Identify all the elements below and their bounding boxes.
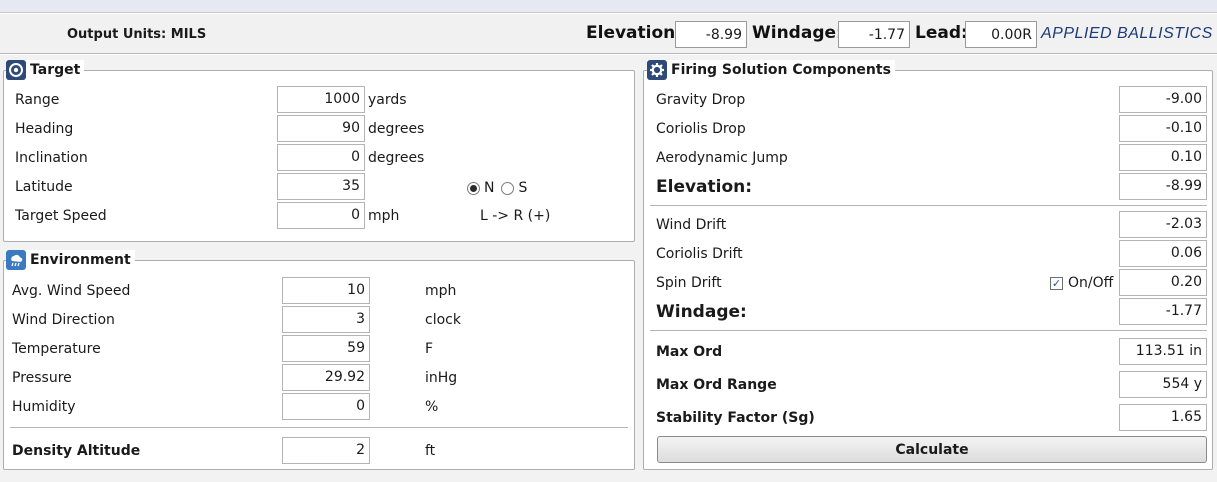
aerodynamic-jump-value: 0.10 xyxy=(1119,144,1207,171)
coriolis-drift-value: 0.06 xyxy=(1119,240,1207,267)
max-ord-label: Max Ord xyxy=(656,344,723,360)
environment-title: Environment xyxy=(30,252,133,268)
pressure-label: Pressure xyxy=(12,370,72,386)
windage-divider xyxy=(650,330,1207,331)
header-elevation-label: Elevation: xyxy=(586,23,683,43)
target-title: Target xyxy=(30,62,83,78)
spin-drift-value: 0.20 xyxy=(1119,269,1207,296)
elevation-total-label: Elevation: xyxy=(656,177,753,197)
direction-note: L -> R (+) xyxy=(480,208,551,224)
spin-drift-toggle-label: On/Off xyxy=(1068,275,1114,291)
environment-group-header: Environment xyxy=(6,250,135,270)
windage-total-value: -1.77 xyxy=(1119,298,1207,325)
temperature-unit: F xyxy=(425,341,434,357)
target-group-header: Target xyxy=(6,60,85,80)
wind-drift-label: Wind Drift xyxy=(656,217,727,233)
gear-icon xyxy=(647,60,667,80)
output-units-label: Output Units: MILS xyxy=(67,27,207,42)
range-unit: yards xyxy=(368,92,407,108)
density-altitude-unit: ft xyxy=(425,443,436,459)
wind-drift-value: -2.03 xyxy=(1119,211,1207,238)
max-ord-range-label: Max Ord Range xyxy=(656,377,777,393)
target-speed-label: Target Speed xyxy=(15,208,107,224)
density-altitude-label: Density Altitude xyxy=(12,443,141,459)
hemisphere-n-radio[interactable] xyxy=(467,181,480,195)
inclination-label: Inclination xyxy=(15,150,88,166)
weather-icon xyxy=(6,250,26,270)
windage-total-label: Windage: xyxy=(656,302,747,322)
stability-factor-value: 1.65 xyxy=(1119,404,1207,431)
brand-logo: APPLIED BALLISTICS xyxy=(1041,25,1213,42)
hemisphere-n-label: N xyxy=(484,180,495,196)
spin-drift-toggle[interactable]: ✓ On/Off xyxy=(1050,275,1113,291)
firing-solution-title: Firing Solution Components xyxy=(671,62,893,78)
header-lead-label: Lead: xyxy=(915,23,968,43)
target-speed-input[interactable]: 0 xyxy=(277,202,365,229)
temperature-label: Temperature xyxy=(12,341,101,357)
wind-direction-input[interactable]: 3 xyxy=(282,306,370,333)
latitude-input[interactable]: 35 xyxy=(277,173,365,200)
range-label: Range xyxy=(15,92,60,108)
header-elevation-value: -8.99 xyxy=(675,21,747,48)
heading-label: Heading xyxy=(15,121,74,137)
wind-speed-label: Avg. Wind Speed xyxy=(12,283,131,299)
temperature-input[interactable]: 59 xyxy=(282,335,370,362)
humidity-input[interactable]: 0 xyxy=(282,393,370,420)
spin-drift-label: Spin Drift xyxy=(656,275,722,291)
gravity-drop-label: Gravity Drop xyxy=(656,92,746,108)
hemisphere-s-radio[interactable] xyxy=(501,181,515,195)
aerodynamic-jump-label: Aerodynamic Jump xyxy=(656,150,788,166)
latitude-label: Latitude xyxy=(15,179,73,195)
humidity-unit: % xyxy=(425,399,439,415)
inclination-input[interactable]: 0 xyxy=(277,144,365,171)
header-lead-value: 0.00R xyxy=(965,21,1037,48)
humidity-label: Humidity xyxy=(12,399,76,415)
spin-drift-checkbox[interactable]: ✓ xyxy=(1050,276,1063,290)
max-ord-value: 113.51 in xyxy=(1119,338,1207,365)
wind-direction-label: Wind Direction xyxy=(12,312,115,328)
elevation-divider xyxy=(650,205,1207,206)
gravity-drop-value: -9.00 xyxy=(1119,86,1207,113)
header-windage-label: Windage: xyxy=(752,23,843,43)
wind-direction-unit: clock xyxy=(425,312,461,328)
environment-divider xyxy=(10,427,628,428)
coriolis-drop-label: Coriolis Drop xyxy=(656,121,746,137)
hemisphere-radio-group: N S xyxy=(467,180,527,196)
pressure-input[interactable]: 29.92 xyxy=(282,364,370,391)
wind-speed-unit: mph xyxy=(425,283,457,299)
target-speed-unit: mph xyxy=(368,208,400,224)
heading-input[interactable]: 90 xyxy=(277,115,365,142)
max-ord-range-value: 554 y xyxy=(1119,371,1207,398)
title-strip xyxy=(0,0,1217,13)
elevation-total-value: -8.99 xyxy=(1119,173,1207,200)
hemisphere-s-label: S xyxy=(518,180,528,196)
range-input[interactable]: 1000 xyxy=(277,86,365,113)
heading-unit: degrees xyxy=(368,121,425,137)
wind-speed-input[interactable]: 10 xyxy=(282,277,370,304)
calculate-button[interactable]: Calculate xyxy=(657,436,1207,463)
header-bar: Output Units: MILS Elevation: -8.99 Wind… xyxy=(0,14,1217,54)
density-altitude-value: 2 xyxy=(282,437,370,464)
coriolis-drift-label: Coriolis Drift xyxy=(656,246,743,262)
stability-factor-label: Stability Factor (Sg) xyxy=(656,410,815,426)
coriolis-drop-value: -0.10 xyxy=(1119,115,1207,142)
pressure-unit: inHg xyxy=(425,370,458,386)
firing-solution-header: Firing Solution Components xyxy=(647,60,895,80)
header-windage-value: -1.77 xyxy=(838,21,910,48)
target-icon xyxy=(6,60,26,80)
inclination-unit: degrees xyxy=(368,150,425,166)
